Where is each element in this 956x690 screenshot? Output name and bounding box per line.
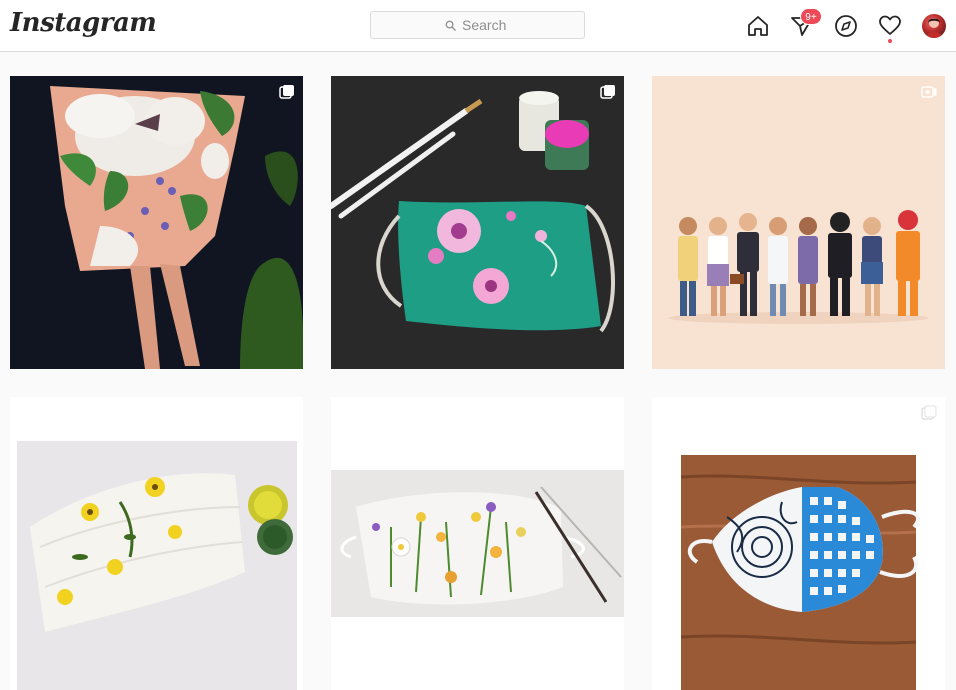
post-tile[interactable] — [652, 76, 945, 369]
search-input[interactable]: Search — [370, 11, 585, 39]
carousel-icon — [921, 405, 937, 420]
notification-badge: 9+ — [800, 8, 822, 25]
video-camera-icon — [921, 86, 937, 98]
avatar-image — [926, 18, 942, 38]
heart-icon[interactable] — [878, 14, 902, 38]
avatar[interactable] — [922, 14, 946, 38]
carousel-icon — [600, 406, 615, 420]
search-placeholder: Search — [462, 17, 507, 33]
search-icon — [445, 20, 456, 31]
post-tile[interactable] — [331, 76, 624, 369]
home-icon[interactable] — [746, 14, 770, 38]
post-tile[interactable] — [10, 76, 303, 369]
post-tile[interactable] — [331, 397, 624, 690]
post-image-teal-floral-mask — [331, 76, 624, 369]
carousel-icon — [600, 85, 615, 99]
post-image-workers-illustration — [652, 76, 945, 369]
post-image-wildflower-mask — [331, 397, 624, 690]
post-tile[interactable] — [10, 397, 303, 690]
post-tile[interactable] — [652, 397, 945, 690]
compass-icon[interactable] — [834, 14, 858, 38]
post-image-yellow-floral-mask — [10, 397, 303, 690]
carousel-icon — [279, 85, 294, 99]
top-navigation-bar: Instagram Search 9+ — [0, 0, 956, 52]
post-image-peach-floral-mask — [10, 76, 303, 369]
post-image-blue-pattern-mask — [652, 397, 945, 690]
activity-indicator-dot — [888, 39, 892, 43]
instagram-logo[interactable]: Instagram — [10, 8, 157, 38]
